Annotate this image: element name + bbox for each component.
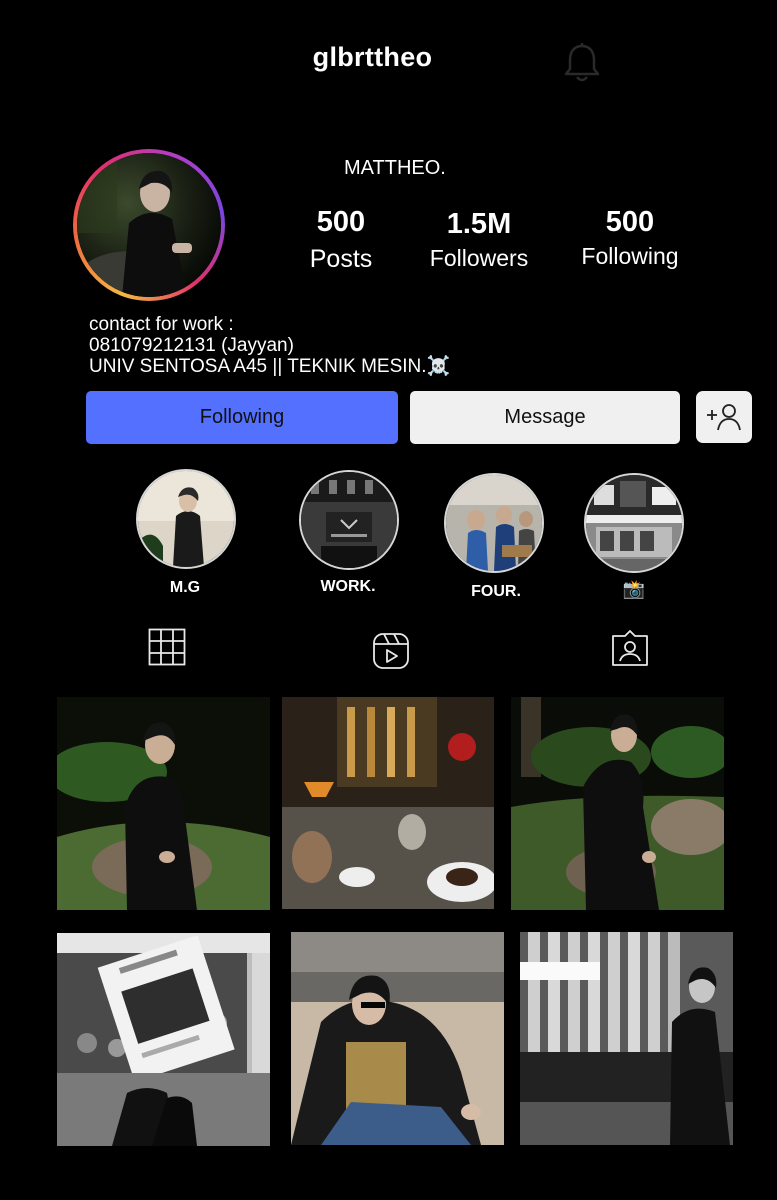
- highlight-work[interactable]: WORK.: [288, 470, 408, 596]
- reels-icon: [373, 633, 409, 669]
- bio-line: 081079212131 (Jayyan): [89, 335, 294, 356]
- post-thumbnail[interactable]: [291, 932, 504, 1145]
- post-thumbnail[interactable]: [57, 697, 270, 910]
- highlight-mg[interactable]: M.G: [125, 469, 245, 597]
- following-button[interactable]: Following: [86, 391, 398, 444]
- following-stat[interactable]: 500 Following: [550, 206, 710, 286]
- post-thumbnail[interactable]: [520, 932, 733, 1145]
- highlight-cover: [444, 473, 544, 573]
- highlight-camera[interactable]: 📸: [574, 473, 694, 600]
- highlight-label: FOUR.: [471, 583, 521, 600]
- highlight-cover: [299, 470, 399, 570]
- reels-tab[interactable]: [372, 632, 412, 672]
- message-button[interactable]: Message: [410, 391, 680, 444]
- profile-username: glbrttheo: [312, 42, 433, 72]
- add-user-icon: [707, 404, 741, 431]
- bio-line: UNIV SENTOSA A45 || TEKNIK MESIN.☠️: [89, 356, 451, 377]
- highlight-label: WORK.: [320, 578, 376, 595]
- highlight-label: M.G: [169, 579, 201, 596]
- highlight-four[interactable]: FOUR.: [436, 473, 556, 601]
- highlight-cover: [136, 469, 236, 569]
- profile-avatar[interactable]: [73, 149, 225, 301]
- bio-line: contact for work :: [89, 314, 234, 335]
- tagged-tab[interactable]: [611, 630, 651, 670]
- highlight-label: 📸: [622, 579, 646, 599]
- posts-count: 500: [316, 206, 366, 238]
- followers-stat[interactable]: 1.5M Followers: [399, 208, 559, 288]
- highlight-cover: [584, 473, 684, 573]
- post-thumbnail[interactable]: [511, 697, 724, 910]
- tagged-icon: [612, 630, 648, 666]
- profile-display-name: MATTHEO.: [344, 157, 446, 179]
- post-thumbnail[interactable]: [57, 933, 270, 1146]
- grid-icon: [148, 628, 186, 666]
- add-user-button[interactable]: [696, 391, 752, 443]
- bell-icon[interactable]: [563, 42, 601, 84]
- following-label: Following: [581, 243, 679, 269]
- followers-count: 1.5M: [446, 208, 512, 240]
- profile-bio: contact for work : 081079212131 (Jayyan)…: [89, 314, 450, 377]
- post-thumbnail[interactable]: [282, 697, 494, 909]
- following-count: 500: [605, 206, 655, 238]
- grid-tab[interactable]: [148, 628, 188, 668]
